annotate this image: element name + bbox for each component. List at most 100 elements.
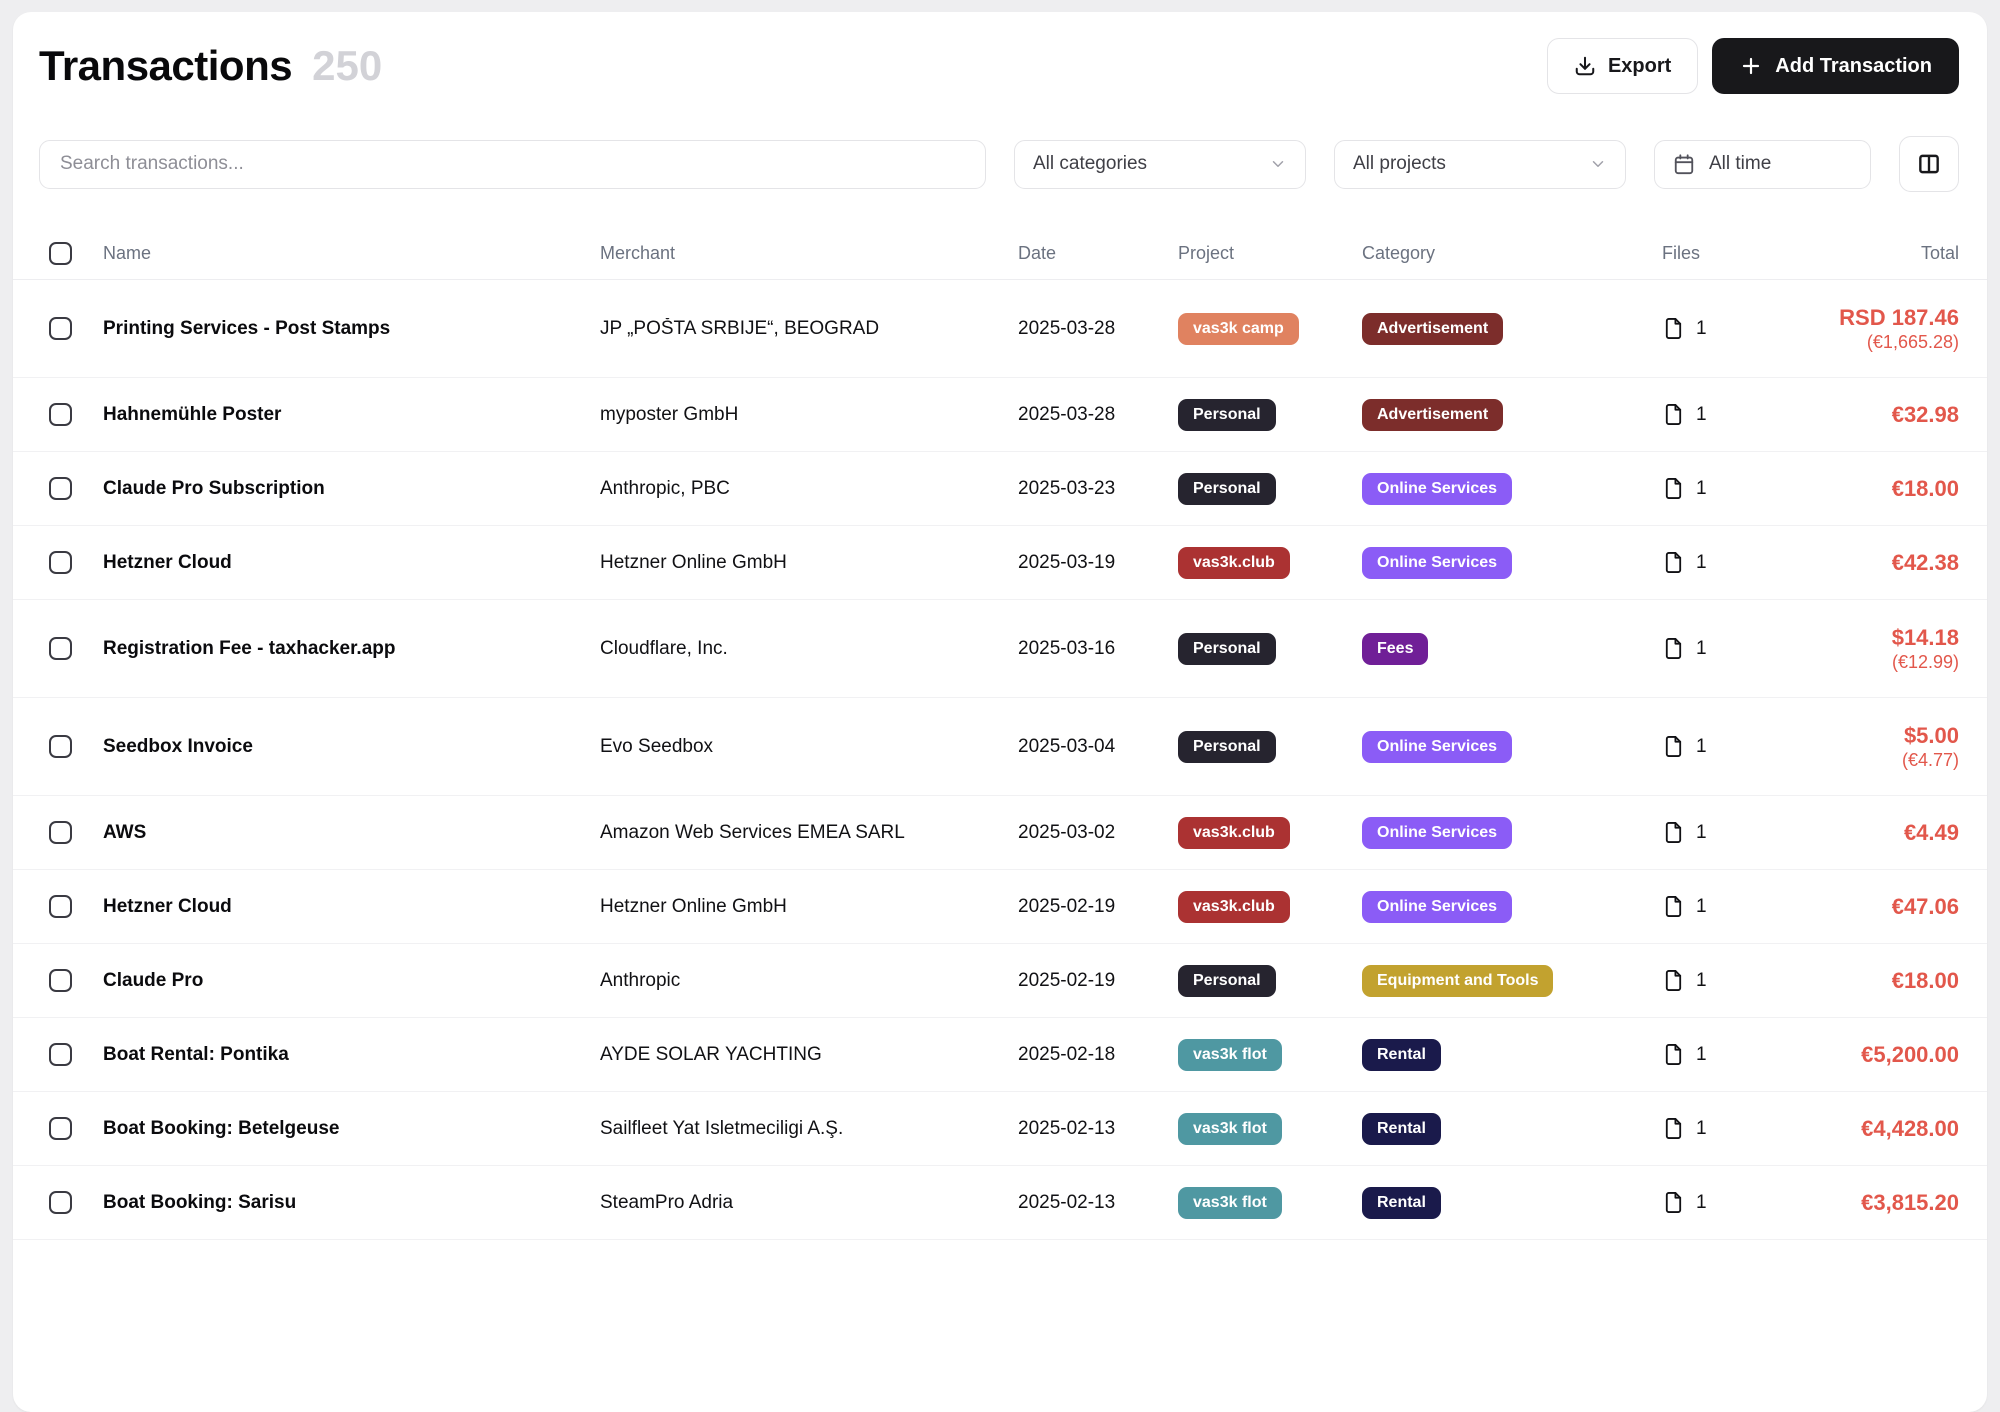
transaction-total-secondary: (€4.77) <box>1782 749 1959 772</box>
table-row[interactable]: Boat Booking: Betelgeuse Sailfleet Yat I… <box>13 1092 1987 1166</box>
column-header-merchant: Merchant <box>600 243 1018 264</box>
table-row[interactable]: Boat Rental: Pontika AYDE SOLAR YACHTING… <box>13 1018 1987 1092</box>
transaction-date: 2025-03-28 <box>1018 318 1178 340</box>
table-row[interactable]: Hetzner Cloud Hetzner Online GmbH 2025-0… <box>13 526 1987 600</box>
row-checkbox[interactable] <box>49 637 72 660</box>
projects-filter[interactable]: All projects <box>1334 140 1626 189</box>
row-checkbox[interactable] <box>49 551 72 574</box>
project-badge: vas3k flot <box>1178 1039 1282 1071</box>
filter-bar: All categories All projects All time <box>13 136 1987 192</box>
row-checkbox[interactable] <box>49 1191 72 1214</box>
transaction-name: Hetzner Cloud <box>103 552 600 574</box>
category-badge: Advertisement <box>1362 313 1503 345</box>
file-icon <box>1662 317 1685 340</box>
file-icon <box>1662 477 1685 500</box>
transaction-date: 2025-02-13 <box>1018 1118 1178 1140</box>
transaction-date: 2025-03-23 <box>1018 478 1178 500</box>
category-badge: Equipment and Tools <box>1362 965 1553 997</box>
transaction-total: RSD 187.46 <box>1782 304 1959 332</box>
plus-icon <box>1739 54 1763 78</box>
transaction-date: 2025-03-04 <box>1018 736 1178 758</box>
row-checkbox[interactable] <box>49 1117 72 1140</box>
page-header: Transactions 250 Export Add Transaction <box>13 12 1987 94</box>
table-row[interactable]: Claude Pro Subscription Anthropic, PBC 2… <box>13 452 1987 526</box>
row-checkbox[interactable] <box>49 969 72 992</box>
category-badge: Rental <box>1362 1039 1441 1071</box>
columns-toggle-button[interactable] <box>1899 136 1959 192</box>
row-checkbox[interactable] <box>49 895 72 918</box>
transaction-total: $5.00 <box>1782 722 1959 750</box>
file-icon <box>1662 551 1685 574</box>
table-body: Printing Services - Post Stamps JP „POŠT… <box>13 280 1987 1240</box>
add-transaction-label: Add Transaction <box>1775 55 1932 78</box>
row-checkbox[interactable] <box>49 403 72 426</box>
category-badge: Rental <box>1362 1113 1441 1145</box>
search-input[interactable] <box>39 140 986 189</box>
table-header-row: Name Merchant Date Project Category File… <box>13 228 1987 280</box>
column-header-total: Total <box>1782 243 1959 264</box>
transaction-name: Claude Pro Subscription <box>103 478 600 500</box>
transaction-name: Seedbox Invoice <box>103 736 600 758</box>
category-badge: Rental <box>1362 1187 1441 1219</box>
transaction-name: Hahnemühle Poster <box>103 404 600 426</box>
transactions-card: Transactions 250 Export Add Transaction <box>13 12 1987 1412</box>
download-icon <box>1574 55 1596 77</box>
file-count: 1 <box>1696 404 1707 426</box>
table-row[interactable]: Printing Services - Post Stamps JP „POŠT… <box>13 280 1987 378</box>
transaction-merchant: Amazon Web Services EMEA SARL <box>600 822 1018 844</box>
file-count: 1 <box>1696 822 1707 844</box>
file-icon <box>1662 969 1685 992</box>
table-row[interactable]: Boat Booking: Sarisu SteamPro Adria 2025… <box>13 1166 1987 1240</box>
projects-filter-value: All projects <box>1353 153 1446 175</box>
row-checkbox[interactable] <box>49 735 72 758</box>
transactions-count: 250 <box>312 42 382 90</box>
table-row[interactable]: AWS Amazon Web Services EMEA SARL 2025-0… <box>13 796 1987 870</box>
time-filter-value: All time <box>1709 153 1771 175</box>
categories-filter[interactable]: All categories <box>1014 140 1306 189</box>
row-checkbox[interactable] <box>49 317 72 340</box>
row-checkbox[interactable] <box>49 477 72 500</box>
export-button-label: Export <box>1608 55 1671 78</box>
table-row[interactable]: Claude Pro Anthropic 2025-02-19 Personal… <box>13 944 1987 1018</box>
project-badge: Personal <box>1178 731 1276 763</box>
transaction-merchant: Evo Seedbox <box>600 736 1018 758</box>
transaction-merchant: AYDE SOLAR YACHTING <box>600 1044 1018 1066</box>
project-badge: Personal <box>1178 399 1276 431</box>
project-badge: vas3k.club <box>1178 817 1290 849</box>
chevron-down-icon <box>1589 155 1607 173</box>
row-checkbox[interactable] <box>49 821 72 844</box>
transaction-date: 2025-02-19 <box>1018 970 1178 992</box>
file-count: 1 <box>1696 1192 1707 1214</box>
select-all-checkbox[interactable] <box>49 242 72 265</box>
transaction-merchant: Anthropic, PBC <box>600 478 1018 500</box>
transaction-name: Printing Services - Post Stamps <box>103 318 600 340</box>
chevron-down-icon <box>1269 155 1287 173</box>
transaction-date: 2025-02-18 <box>1018 1044 1178 1066</box>
add-transaction-button[interactable]: Add Transaction <box>1712 38 1959 94</box>
transactions-table: Name Merchant Date Project Category File… <box>13 228 1987 1240</box>
file-count: 1 <box>1696 736 1707 758</box>
transaction-date: 2025-03-16 <box>1018 638 1178 660</box>
project-badge: vas3k flot <box>1178 1187 1282 1219</box>
project-badge: vas3k flot <box>1178 1113 1282 1145</box>
transaction-total: €32.98 <box>1782 401 1959 429</box>
transaction-total: €47.06 <box>1782 893 1959 921</box>
category-badge: Online Services <box>1362 473 1512 505</box>
category-badge: Fees <box>1362 633 1428 665</box>
transaction-merchant: Anthropic <box>600 970 1018 992</box>
time-filter[interactable]: All time <box>1654 140 1871 189</box>
table-row[interactable]: Registration Fee - taxhacker.app Cloudfl… <box>13 600 1987 698</box>
transaction-merchant: JP „POŠTA SRBIJE“, BEOGRAD <box>600 318 1018 340</box>
transaction-date: 2025-03-28 <box>1018 404 1178 426</box>
file-icon <box>1662 1117 1685 1140</box>
transaction-total-secondary: (€12.99) <box>1782 651 1959 674</box>
row-checkbox[interactable] <box>49 1043 72 1066</box>
file-icon <box>1662 821 1685 844</box>
column-header-category: Category <box>1362 243 1662 264</box>
table-row[interactable]: Seedbox Invoice Evo Seedbox 2025-03-04 P… <box>13 698 1987 796</box>
table-row[interactable]: Hahnemühle Poster myposter GmbH 2025-03-… <box>13 378 1987 452</box>
table-row[interactable]: Hetzner Cloud Hetzner Online GmbH 2025-0… <box>13 870 1987 944</box>
transaction-merchant: Hetzner Online GmbH <box>600 552 1018 574</box>
transaction-name: Boat Booking: Betelgeuse <box>103 1118 600 1140</box>
export-button[interactable]: Export <box>1547 38 1698 94</box>
